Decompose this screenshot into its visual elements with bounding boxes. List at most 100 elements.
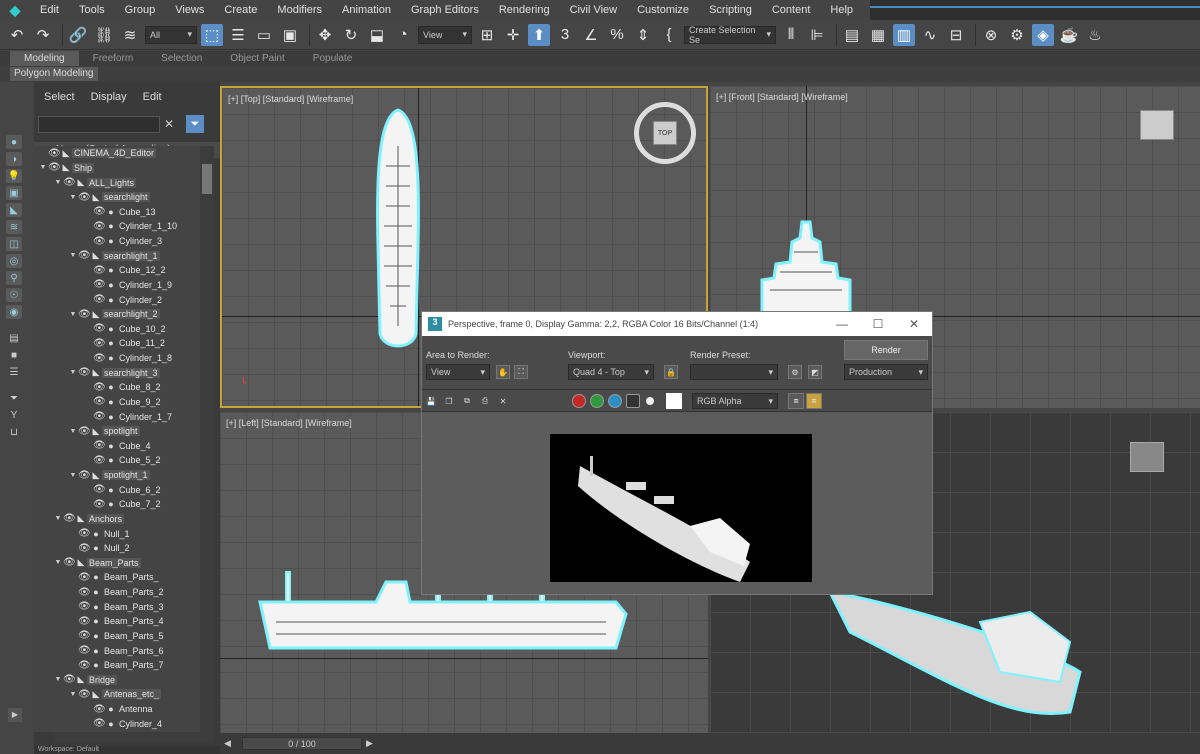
link-icon[interactable]: 🔗 <box>67 24 89 46</box>
menu-modifiers[interactable]: Modifiers <box>267 0 332 20</box>
ribbon-tab-selection[interactable]: Selection <box>147 51 216 66</box>
expand-toggle-icon[interactable]: ▼ <box>68 252 78 259</box>
red-channel-icon[interactable] <box>572 394 586 408</box>
expand-toggle-icon[interactable]: ▼ <box>68 472 78 479</box>
mirror-icon[interactable]: ⫴ <box>780 24 802 46</box>
tree-row[interactable]: 👁 ● Cube_5_2 <box>34 453 200 468</box>
tree-row[interactable]: ▼ 👁 ◣ Beam_Parts <box>34 556 200 571</box>
toggle-scene-explorer-icon[interactable]: ▤ <box>841 24 863 46</box>
tree-row[interactable]: ▼ 👁 ◣ Ship <box>34 161 200 176</box>
explorer-menu-select[interactable]: Select <box>44 91 75 103</box>
visibility-eye-icon[interactable]: 👁 <box>63 177 76 188</box>
tree-row[interactable]: 👁 ● Beam_Parts_4 <box>34 614 200 629</box>
funnel-icon[interactable]: Y <box>6 408 22 422</box>
document-icon[interactable]: ▤ <box>6 331 22 345</box>
tree-row[interactable]: 👁 ● Cylinder_1_9 <box>34 278 200 293</box>
tree-row[interactable]: 👁 ● Cylinder_3 <box>34 234 200 249</box>
tree-row[interactable]: 👁 ● Cube_13 <box>34 205 200 220</box>
list-icon[interactable]: ☰ <box>6 365 22 379</box>
clear-icon[interactable]: ✕ <box>496 394 510 408</box>
window-crossing-icon[interactable]: ▣ <box>279 24 301 46</box>
blue-channel-icon[interactable] <box>608 394 622 408</box>
modify-icon[interactable]: ◎ <box>6 254 22 268</box>
select-manipulate-icon[interactable]: ✛ <box>502 24 524 46</box>
visibility-eye-icon[interactable]: 👁 <box>93 484 106 495</box>
tree-row[interactable]: 👁 ◣ CINEMA_4D_Editor <box>34 146 200 161</box>
selection-filter-dropdown[interactable]: All ▾ <box>145 25 197 44</box>
visibility-eye-icon[interactable]: 👁 <box>78 572 91 583</box>
viewport-label-front[interactable]: [+] [Front] [Standard] [Wireframe] <box>716 92 848 102</box>
expand-toggle-icon[interactable]: ▼ <box>68 194 78 201</box>
render-iterative-icon[interactable]: ♨ <box>1084 24 1106 46</box>
explorer-menu-edit[interactable]: Edit <box>143 91 162 103</box>
undo-icon[interactable]: ↶ <box>6 24 28 46</box>
clear-icon[interactable]: ✕ <box>164 117 180 131</box>
tree-row[interactable]: ▼ 👁 ◣ Antenas_etc_ <box>34 687 200 702</box>
menu-animation[interactable]: Animation <box>332 0 401 20</box>
tree-row[interactable]: 👁 ● Beam_Parts_7 <box>34 658 200 673</box>
lock-icon[interactable]: 🔒 <box>664 365 678 379</box>
tree-row[interactable]: 👁 ● Cylinder_2 <box>34 292 200 307</box>
tree-row[interactable]: 👁 ● Cylinder_1_10 <box>34 219 200 234</box>
expand-toggle-icon[interactable]: ▼ <box>38 164 48 171</box>
tree-row[interactable]: 👁 ● Cylinder_1_7 <box>34 409 200 424</box>
ribbon-tab-freeform[interactable]: Freeform <box>79 51 148 66</box>
create-spacewarps-icon[interactable]: ≋ <box>6 220 22 234</box>
angle-snap-icon[interactable]: ∠ <box>580 24 602 46</box>
render-setup-icon[interactable]: ⚙ <box>788 365 802 379</box>
visibility-eye-icon[interactable]: 👁 <box>93 279 106 290</box>
visibility-eye-icon[interactable]: 👁 <box>78 630 91 641</box>
viewcube-face[interactable]: TOP <box>653 121 677 145</box>
expand-toggle-icon[interactable]: ▼ <box>53 559 63 566</box>
environment-icon[interactable]: ◩ <box>808 365 822 379</box>
rect-selection-icon[interactable]: ▭ <box>253 24 275 46</box>
collapse-arrow-icon[interactable]: ▶ <box>8 708 22 722</box>
menu-help[interactable]: Help <box>820 0 863 20</box>
explorer-vertical-scrollbar[interactable] <box>200 146 214 732</box>
tree-row[interactable]: 👁 ● Beam_Parts_2 <box>34 585 200 600</box>
tree-row[interactable]: 👁 ● Beam_Parts_6 <box>34 643 200 658</box>
tree-row[interactable]: 👁 ● Cube_12_2 <box>34 263 200 278</box>
expand-toggle-icon[interactable]: ▼ <box>68 369 78 376</box>
viewport-label-top[interactable]: [+] [Top] [Standard] [Wireframe] <box>228 94 353 104</box>
visibility-eye-icon[interactable]: 👁 <box>93 704 106 715</box>
expand-toggle-icon[interactable]: ▼ <box>68 428 78 435</box>
menu-create[interactable]: Create <box>214 0 267 20</box>
container-icon[interactable]: ⊔ <box>6 425 22 439</box>
tree-row[interactable]: 👁 ● Beam_Parts_5 <box>34 629 200 644</box>
expand-toggle-icon[interactable]: ▼ <box>53 515 63 522</box>
expand-toggle-icon[interactable]: ▼ <box>68 311 78 318</box>
visibility-eye-icon[interactable]: 👁 <box>48 148 61 159</box>
visibility-eye-icon[interactable]: 👁 <box>78 309 91 320</box>
prev-frame-icon[interactable]: ◀ <box>224 738 234 749</box>
print-icon[interactable]: ⎙ <box>478 394 492 408</box>
menu-customize[interactable]: Customize <box>627 0 699 20</box>
visibility-eye-icon[interactable]: 👁 <box>93 718 106 729</box>
visibility-eye-icon[interactable]: 👁 <box>93 206 106 217</box>
visibility-eye-icon[interactable]: 👁 <box>78 250 91 261</box>
time-slider[interactable]: 0 / 100 <box>242 737 362 750</box>
workspace-label[interactable]: Workspace: Default <box>34 746 220 754</box>
ribbon-tab-populate[interactable]: Populate <box>299 51 366 66</box>
visibility-eye-icon[interactable]: 👁 <box>78 689 91 700</box>
tree-row[interactable]: 👁 ● Cube_7_2 <box>34 497 200 512</box>
tree-row[interactable]: 👁 ● Beam_Parts_ <box>34 570 200 585</box>
auto-region-icon[interactable]: ⛶ <box>514 365 528 379</box>
visibility-eye-icon[interactable]: 👁 <box>93 396 106 407</box>
visibility-eye-icon[interactable]: 👁 <box>93 221 106 232</box>
percent-snap-icon[interactable]: % <box>606 24 628 46</box>
explorer-menu-display[interactable]: Display <box>91 91 127 103</box>
visibility-eye-icon[interactable]: 👁 <box>93 236 106 247</box>
render-production-icon[interactable]: ☕ <box>1058 24 1080 46</box>
spinner-snap-icon[interactable]: ⇕ <box>632 24 654 46</box>
visibility-eye-icon[interactable]: 👁 <box>93 294 106 305</box>
visibility-eye-icon[interactable]: 👁 <box>93 499 106 510</box>
explorer-horizontal-scrollbar[interactable] <box>54 732 214 742</box>
clone-icon[interactable]: ⧉ <box>460 394 474 408</box>
tree-row[interactable]: 👁 ● Beam_Parts_3 <box>34 599 200 614</box>
tree-row[interactable]: 👁 ● Cylinder_4 <box>34 716 200 731</box>
layer-icon[interactable]: ■ <box>6 348 22 362</box>
select-by-name-icon[interactable]: ☰ <box>227 24 249 46</box>
rotate-icon[interactable]: ↻ <box>340 24 362 46</box>
menu-graph-editors[interactable]: Graph Editors <box>401 0 489 20</box>
